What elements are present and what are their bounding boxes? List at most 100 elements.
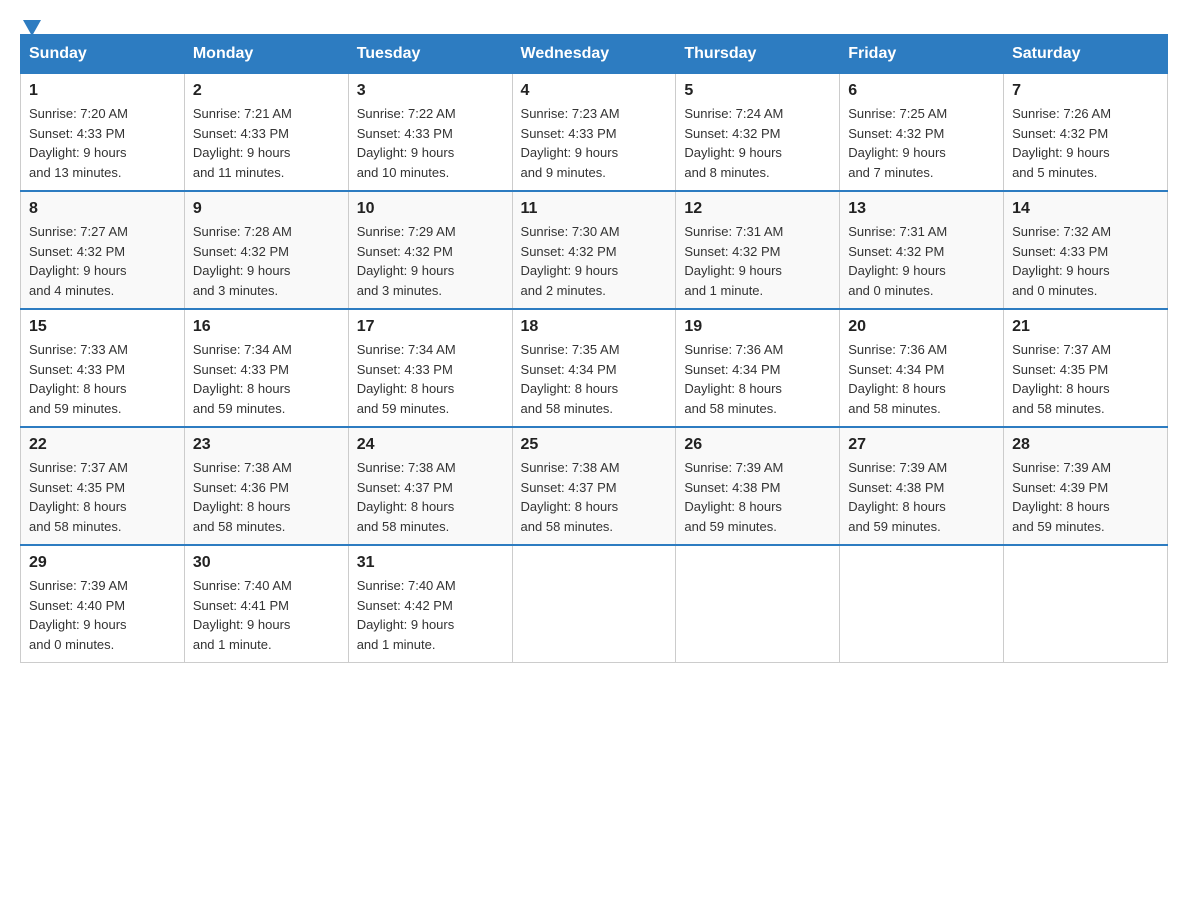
day-info: Sunrise: 7:32 AMSunset: 4:33 PMDaylight:… (1012, 224, 1111, 298)
day-number: 25 (521, 436, 668, 454)
day-number: 13 (848, 200, 995, 218)
day-number: 7 (1012, 82, 1159, 100)
day-info: Sunrise: 7:26 AMSunset: 4:32 PMDaylight:… (1012, 106, 1111, 180)
day-number: 27 (848, 436, 995, 454)
calendar-cell: 19 Sunrise: 7:36 AMSunset: 4:34 PMDayligh… (676, 309, 840, 427)
day-info: Sunrise: 7:21 AMSunset: 4:33 PMDaylight:… (193, 106, 292, 180)
day-info: Sunrise: 7:28 AMSunset: 4:32 PMDaylight:… (193, 224, 292, 298)
weekday-header-friday: Friday (840, 35, 1004, 74)
day-info: Sunrise: 7:39 AMSunset: 4:39 PMDaylight:… (1012, 460, 1111, 534)
day-number: 20 (848, 318, 995, 336)
weekday-header-row: SundayMondayTuesdayWednesdayThursdayFrid… (21, 35, 1168, 74)
day-number: 29 (29, 554, 176, 572)
calendar-cell: 27 Sunrise: 7:39 AMSunset: 4:38 PMDayligh… (840, 427, 1004, 545)
calendar-cell: 5 Sunrise: 7:24 AMSunset: 4:32 PMDaylight… (676, 74, 840, 192)
day-number: 5 (684, 82, 831, 100)
calendar-cell: 18 Sunrise: 7:35 AMSunset: 4:34 PMDayligh… (512, 309, 676, 427)
day-info: Sunrise: 7:22 AMSunset: 4:33 PMDaylight:… (357, 106, 456, 180)
calendar-cell: 22 Sunrise: 7:37 AMSunset: 4:35 PMDayligh… (21, 427, 185, 545)
day-number: 22 (29, 436, 176, 454)
calendar-cell: 13 Sunrise: 7:31 AMSunset: 4:32 PMDayligh… (840, 191, 1004, 309)
calendar-cell: 9 Sunrise: 7:28 AMSunset: 4:32 PMDaylight… (184, 191, 348, 309)
day-info: Sunrise: 7:38 AMSunset: 4:37 PMDaylight:… (521, 460, 620, 534)
day-info: Sunrise: 7:24 AMSunset: 4:32 PMDaylight:… (684, 106, 783, 180)
day-info: Sunrise: 7:27 AMSunset: 4:32 PMDaylight:… (29, 224, 128, 298)
day-info: Sunrise: 7:23 AMSunset: 4:33 PMDaylight:… (521, 106, 620, 180)
calendar-cell: 2 Sunrise: 7:21 AMSunset: 4:33 PMDaylight… (184, 74, 348, 192)
day-number: 24 (357, 436, 504, 454)
weekday-header-saturday: Saturday (1004, 35, 1168, 74)
day-number: 31 (357, 554, 504, 572)
calendar-cell: 11 Sunrise: 7:30 AMSunset: 4:32 PMDayligh… (512, 191, 676, 309)
calendar-cell (512, 545, 676, 663)
day-number: 18 (521, 318, 668, 336)
weekday-header-tuesday: Tuesday (348, 35, 512, 74)
day-number: 19 (684, 318, 831, 336)
calendar-cell: 15Sunrise: 7:33 AMSunset: 4:33 PMDayligh… (21, 309, 185, 427)
calendar-cell: 20 Sunrise: 7:36 AMSunset: 4:34 PMDayligh… (840, 309, 1004, 427)
day-number: 15 (29, 318, 176, 336)
logo (20, 20, 41, 24)
calendar-cell: 4 Sunrise: 7:23 AMSunset: 4:33 PMDaylight… (512, 74, 676, 192)
day-number: 2 (193, 82, 340, 100)
day-info: Sunrise: 7:30 AMSunset: 4:32 PMDaylight:… (521, 224, 620, 298)
calendar-cell: 8 Sunrise: 7:27 AMSunset: 4:32 PMDaylight… (21, 191, 185, 309)
calendar-week-row: 22 Sunrise: 7:37 AMSunset: 4:35 PMDayligh… (21, 427, 1168, 545)
calendar-cell: 24Sunrise: 7:38 AMSunset: 4:37 PMDayligh… (348, 427, 512, 545)
day-info: Sunrise: 7:31 AMSunset: 4:32 PMDaylight:… (684, 224, 783, 298)
page-header (20, 20, 1168, 24)
calendar-week-row: 15Sunrise: 7:33 AMSunset: 4:33 PMDayligh… (21, 309, 1168, 427)
calendar-cell: 25 Sunrise: 7:38 AMSunset: 4:37 PMDayligh… (512, 427, 676, 545)
day-number: 6 (848, 82, 995, 100)
weekday-header-thursday: Thursday (676, 35, 840, 74)
calendar-cell: 14 Sunrise: 7:32 AMSunset: 4:33 PMDayligh… (1004, 191, 1168, 309)
day-info: Sunrise: 7:31 AMSunset: 4:32 PMDaylight:… (848, 224, 947, 298)
day-info: Sunrise: 7:35 AMSunset: 4:34 PMDaylight:… (521, 342, 620, 416)
day-info: Sunrise: 7:29 AMSunset: 4:32 PMDaylight:… (357, 224, 456, 298)
day-info: Sunrise: 7:40 AMSunset: 4:41 PMDaylight:… (193, 578, 292, 652)
day-info: Sunrise: 7:39 AMSunset: 4:38 PMDaylight:… (684, 460, 783, 534)
day-info: Sunrise: 7:37 AMSunset: 4:35 PMDaylight:… (29, 460, 128, 534)
day-number: 14 (1012, 200, 1159, 218)
calendar-cell: 16Sunrise: 7:34 AMSunset: 4:33 PMDayligh… (184, 309, 348, 427)
calendar-cell (676, 545, 840, 663)
day-info: Sunrise: 7:38 AMSunset: 4:36 PMDaylight:… (193, 460, 292, 534)
day-info: Sunrise: 7:20 AMSunset: 4:33 PMDaylight:… (29, 106, 128, 180)
calendar-table: SundayMondayTuesdayWednesdayThursdayFrid… (20, 34, 1168, 663)
day-info: Sunrise: 7:39 AMSunset: 4:40 PMDaylight:… (29, 578, 128, 652)
day-number: 23 (193, 436, 340, 454)
weekday-header-sunday: Sunday (21, 35, 185, 74)
calendar-cell: 29 Sunrise: 7:39 AMSunset: 4:40 PMDayligh… (21, 545, 185, 663)
calendar-cell: 6Sunrise: 7:25 AMSunset: 4:32 PMDaylight… (840, 74, 1004, 192)
calendar-cell: 23 Sunrise: 7:38 AMSunset: 4:36 PMDayligh… (184, 427, 348, 545)
day-info: Sunrise: 7:36 AMSunset: 4:34 PMDaylight:… (848, 342, 947, 416)
calendar-cell (1004, 545, 1168, 663)
calendar-cell: 21Sunrise: 7:37 AMSunset: 4:35 PMDayligh… (1004, 309, 1168, 427)
calendar-cell: 31Sunrise: 7:40 AMSunset: 4:42 PMDayligh… (348, 545, 512, 663)
day-number: 4 (521, 82, 668, 100)
day-number: 30 (193, 554, 340, 572)
day-number: 10 (357, 200, 504, 218)
day-number: 1 (29, 82, 176, 100)
calendar-cell: 7 Sunrise: 7:26 AMSunset: 4:32 PMDaylight… (1004, 74, 1168, 192)
calendar-cell: 1 Sunrise: 7:20 AMSunset: 4:33 PMDaylight… (21, 74, 185, 192)
day-number: 8 (29, 200, 176, 218)
calendar-cell: 12 Sunrise: 7:31 AMSunset: 4:32 PMDayligh… (676, 191, 840, 309)
day-info: Sunrise: 7:34 AMSunset: 4:33 PMDaylight:… (357, 342, 456, 416)
day-number: 17 (357, 318, 504, 336)
day-number: 21 (1012, 318, 1159, 336)
calendar-week-row: 8 Sunrise: 7:27 AMSunset: 4:32 PMDaylight… (21, 191, 1168, 309)
day-info: Sunrise: 7:39 AMSunset: 4:38 PMDaylight:… (848, 460, 947, 534)
calendar-cell: 17 Sunrise: 7:34 AMSunset: 4:33 PMDayligh… (348, 309, 512, 427)
calendar-cell: 10 Sunrise: 7:29 AMSunset: 4:32 PMDayligh… (348, 191, 512, 309)
day-number: 28 (1012, 436, 1159, 454)
weekday-header-wednesday: Wednesday (512, 35, 676, 74)
day-number: 16 (193, 318, 340, 336)
calendar-cell: 3Sunrise: 7:22 AMSunset: 4:33 PMDaylight… (348, 74, 512, 192)
day-number: 12 (684, 200, 831, 218)
day-info: Sunrise: 7:36 AMSunset: 4:34 PMDaylight:… (684, 342, 783, 416)
calendar-cell: 26Sunrise: 7:39 AMSunset: 4:38 PMDayligh… (676, 427, 840, 545)
calendar-cell: 28 Sunrise: 7:39 AMSunset: 4:39 PMDayligh… (1004, 427, 1168, 545)
day-number: 9 (193, 200, 340, 218)
day-number: 11 (521, 200, 668, 218)
